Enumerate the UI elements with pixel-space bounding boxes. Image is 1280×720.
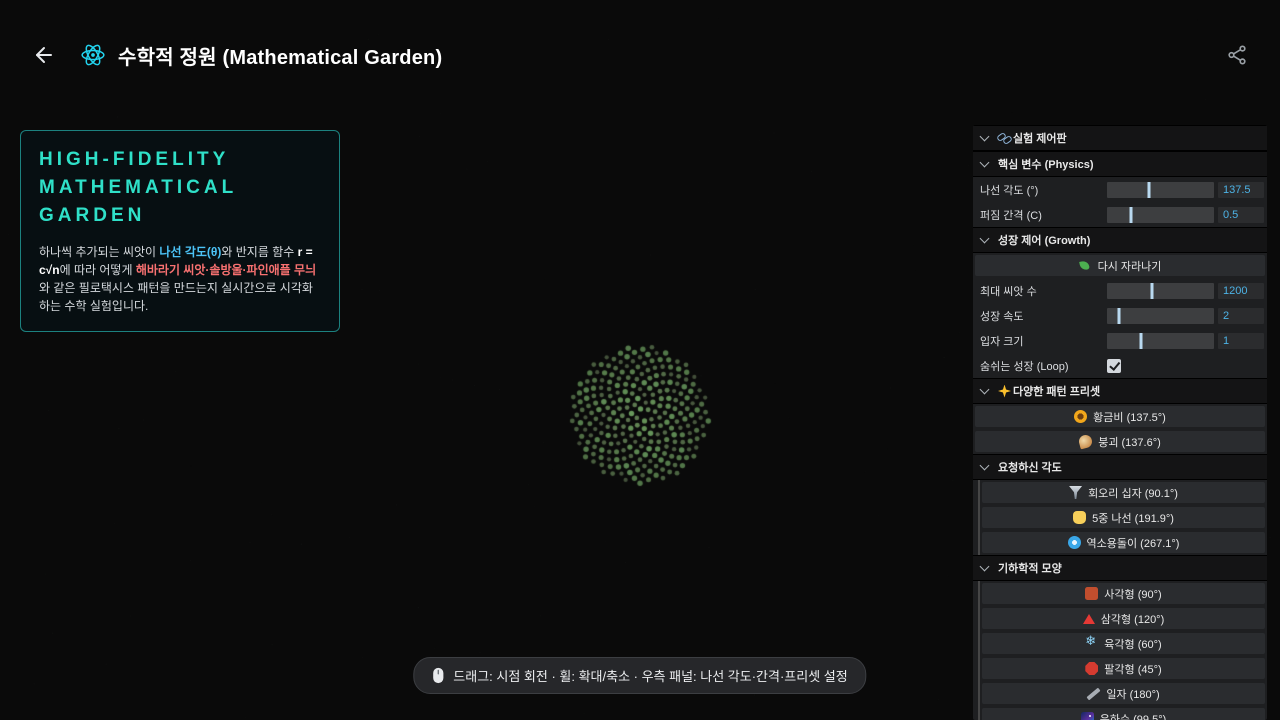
cyclone-icon — [1068, 536, 1081, 549]
folder-physics[interactable]: 핵심 변수 (Physics) — [973, 151, 1267, 177]
requested-angles-group: 회오리 십자 (90.1°) 5중 나선 (191.9°) 역소용돌이 (267… — [978, 480, 1267, 555]
chevron-down-icon — [980, 562, 990, 572]
hand-icon — [1073, 511, 1086, 524]
preset-golden-ratio-button[interactable]: 황금비 (137.5°) — [975, 406, 1265, 427]
red-triangle-icon — [1083, 614, 1095, 624]
preset-reverse-vortex-button[interactable]: 역소용돌이 (267.1°) — [982, 532, 1265, 553]
back-button[interactable] — [28, 39, 60, 71]
app-header: 수학적 정원 (Mathematical Garden) — [0, 0, 1280, 110]
max-seeds-slider[interactable] — [1107, 283, 1214, 299]
card-title: HIGH-FIDELITY MATHEMATICAL GARDEN — [39, 146, 321, 230]
sunflower-icon — [1074, 410, 1087, 423]
max-seeds-value[interactable]: 1200 — [1218, 283, 1264, 299]
particle-size-row: 입자 크기 1 — [973, 328, 1267, 353]
growth-speed-label: 성장 속도 — [980, 308, 1107, 324]
stop-sign-icon — [1085, 662, 1098, 675]
arrow-left-icon — [32, 43, 56, 67]
slider-knob[interactable] — [1140, 333, 1143, 349]
particle-size-label: 입자 크기 — [980, 333, 1107, 349]
geometric-shapes-group: 사각형 (90°) 삼각형 (120°) 육각형 (60°) 팔각형 (45°) — [978, 581, 1267, 720]
spiral-angle-slider[interactable] — [1107, 182, 1214, 198]
seedling-icon — [1079, 259, 1092, 272]
spiral-angle-row: 나선 각도 (°) 137.5 — [973, 177, 1267, 202]
control-panel: 실험 제어판 핵심 변수 (Physics) 나선 각도 (°) 137.5 퍼… — [973, 125, 1267, 720]
chevron-down-icon — [980, 158, 990, 168]
sparkles-icon — [998, 385, 1011, 398]
slider-knob[interactable] — [1129, 207, 1132, 223]
chevron-down-icon — [980, 461, 990, 471]
card-description: 하나씩 추가되는 씨앗이 나선 각도(θ)와 반지름 함수 r = c√n에 따… — [39, 243, 321, 315]
preset-collapse-button[interactable]: 붕괴 (137.6°) — [975, 431, 1265, 452]
folder-presets[interactable]: 다양한 패턴 프리셋 — [973, 378, 1267, 404]
max-seeds-label: 최대 씨앗 수 — [980, 283, 1107, 299]
shape-line-button[interactable]: 일자 (180°) — [982, 683, 1265, 704]
growth-speed-row: 성장 속도 2 — [973, 303, 1267, 328]
share-icon — [1226, 44, 1248, 66]
chevron-down-icon — [980, 132, 990, 142]
panel-title[interactable]: 실험 제어판 — [973, 125, 1267, 151]
mouse-icon — [432, 667, 444, 684]
slider-knob[interactable] — [1147, 182, 1150, 198]
share-button[interactable] — [1222, 40, 1252, 70]
atom-icon — [80, 42, 106, 68]
check-icon — [1109, 359, 1119, 370]
loop-growth-label: 숨쉬는 성장 (Loop) — [980, 358, 1107, 374]
preset-five-spiral-button[interactable]: 5중 나선 (191.9°) — [982, 507, 1265, 528]
preset-whirl-cross-button[interactable]: 회오리 십자 (90.1°) — [982, 482, 1265, 503]
spiral-angle-label: 나선 각도 (°) — [980, 182, 1107, 198]
particle-size-slider[interactable] — [1107, 333, 1214, 349]
folder-growth[interactable]: 성장 제어 (Growth) — [973, 227, 1267, 253]
loop-growth-checkbox[interactable] — [1107, 359, 1121, 373]
spread-spacing-slider[interactable] — [1107, 207, 1214, 223]
chevron-down-icon — [980, 385, 990, 395]
shape-triangle-button[interactable]: 삼각형 (120°) — [982, 608, 1265, 629]
hint-text: 드래그: 시점 회전 · 휠: 확대/축소 · 우측 패널: 나선 각도·간격·… — [453, 666, 847, 685]
shape-galaxy-button[interactable]: 은하수 (99.5°) — [982, 708, 1265, 720]
regrow-button[interactable]: 다시 자라나기 — [975, 255, 1265, 276]
folder-geometric-shapes[interactable]: 기하학적 모양 — [973, 555, 1267, 581]
chevron-down-icon — [980, 234, 990, 244]
ruler-icon — [1087, 687, 1100, 700]
regrow-row: 다시 자라나기 — [973, 253, 1267, 278]
controls-hint: 드래그: 시점 회전 · 휠: 확대/축소 · 우측 패널: 나선 각도·간격·… — [413, 657, 866, 694]
shape-hexagon-button[interactable]: 육각형 (60°) — [982, 633, 1265, 654]
info-card: HIGH-FIDELITY MATHEMATICAL GARDEN 하나씩 추가… — [20, 130, 340, 332]
slider-knob[interactable] — [1150, 283, 1153, 299]
tornado-icon — [1069, 486, 1082, 499]
page-title: 수학적 정원 (Mathematical Garden) — [118, 41, 442, 70]
slider-knob[interactable] — [1117, 308, 1120, 324]
spread-spacing-row: 퍼짐 간격 (C) 0.5 — [973, 202, 1267, 227]
highlight-spiral-angle: 나선 각도(θ) — [159, 245, 221, 259]
growth-speed-slider[interactable] — [1107, 308, 1214, 324]
folder-requested-angles[interactable]: 요청하신 각도 — [973, 454, 1267, 480]
spiral-angle-value[interactable]: 137.5 — [1218, 182, 1264, 198]
link-icon — [998, 132, 1011, 145]
shape-square-button[interactable]: 사각형 (90°) — [982, 583, 1265, 604]
shell-icon — [1078, 434, 1094, 450]
particle-size-value[interactable]: 1 — [1218, 333, 1264, 349]
loop-growth-row: 숨쉬는 성장 (Loop) — [973, 353, 1267, 378]
growth-speed-value[interactable]: 2 — [1218, 308, 1264, 324]
milky-way-icon — [1081, 712, 1094, 720]
spread-spacing-label: 퍼짐 간격 (C) — [980, 207, 1107, 223]
highlight-pattern-names: 해바라기 씨앗·솔방울·파인애플 무늬 — [136, 263, 316, 277]
max-seeds-row: 최대 씨앗 수 1200 — [973, 278, 1267, 303]
red-square-icon — [1085, 587, 1098, 600]
spread-spacing-value[interactable]: 0.5 — [1218, 207, 1264, 223]
shape-octagon-button[interactable]: 팔각형 (45°) — [982, 658, 1265, 679]
snowflake-icon — [1085, 637, 1098, 650]
